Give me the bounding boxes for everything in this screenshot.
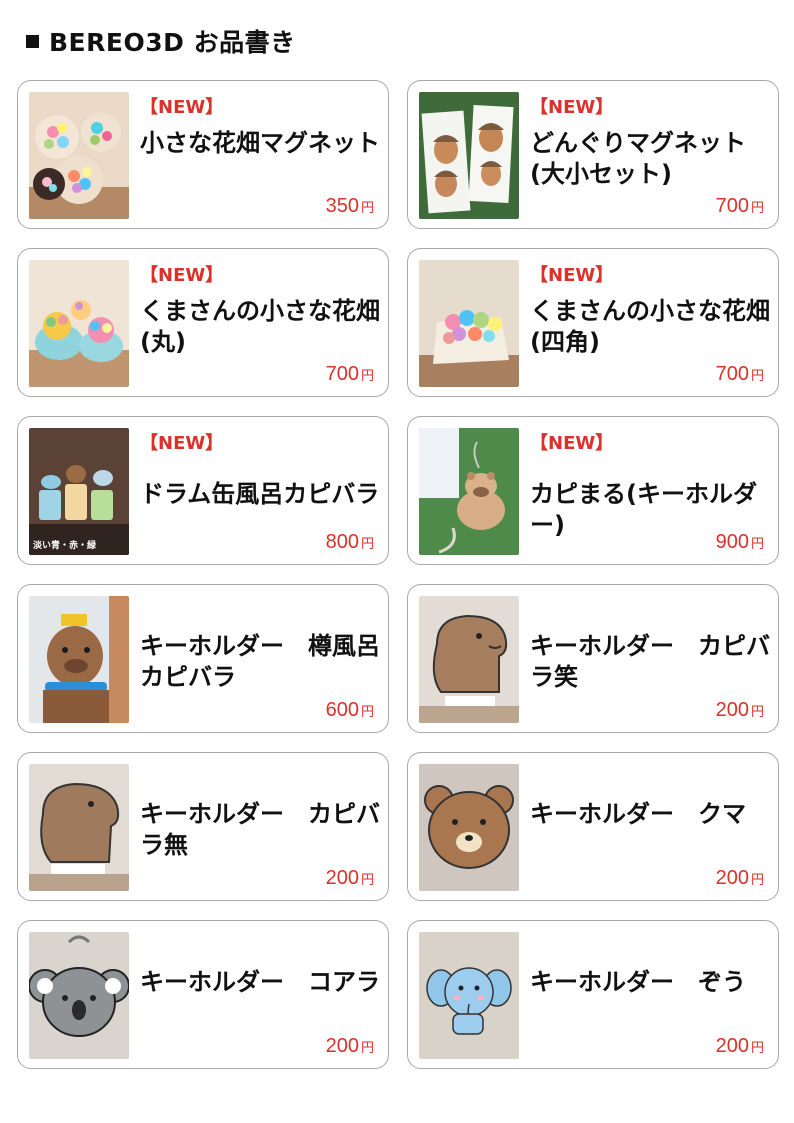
product-name: 小さな花畑マグネット bbox=[140, 129, 380, 157]
product-card[interactable]: 【NEW】 どんぐりマグネット(大小セット) 700 円 bbox=[407, 80, 779, 229]
acorn-magnets-photo-icon bbox=[419, 92, 519, 219]
product-name: キーホルダー カピバラ笑 bbox=[530, 632, 770, 691]
page-title: BEREO3D お品書き bbox=[49, 28, 296, 57]
product-card[interactable]: 淡い青・赤・緑 【NEW】 ドラム缶風呂カピバラ 800 円 bbox=[17, 416, 389, 565]
bear-flower-round-photo-icon bbox=[29, 260, 129, 387]
capybara-plain-photo-icon bbox=[29, 764, 129, 891]
product-name: ドラム缶風呂カピバラ bbox=[140, 480, 380, 508]
product-card[interactable]: キーホルダー カピバラ笑 200 円 bbox=[407, 584, 779, 733]
product-card[interactable]: キーホルダー コアラ 200 円 bbox=[17, 920, 389, 1069]
product-card[interactable]: キーホルダー クマ 200 円 bbox=[407, 752, 779, 901]
product-price: 700 円 bbox=[325, 363, 374, 385]
product-name: キーホルダー コアラ bbox=[140, 968, 380, 996]
new-badge: 【NEW】 bbox=[140, 265, 224, 286]
product-card[interactable]: キーホルダー 樽風呂カピバラ 600 円 bbox=[17, 584, 389, 733]
product-name: キーホルダー カピバラ無 bbox=[140, 800, 380, 859]
new-badge: 【NEW】 bbox=[140, 433, 224, 454]
product-price: 700 円 bbox=[715, 195, 764, 217]
koala-keychain-photo-icon bbox=[29, 932, 129, 1059]
product-card[interactable]: キーホルダー カピバラ無 200 円 bbox=[17, 752, 389, 901]
drum-bath-capybara-photo-icon: 淡い青・赤・緑 bbox=[29, 428, 129, 555]
product-price: 200 円 bbox=[715, 867, 764, 889]
capybara-smile-photo-icon bbox=[419, 596, 519, 723]
product-grid: 【NEW】 小さな花畑マグネット 350 円 【NEW】 どんぐりマグネット(大小… bbox=[17, 80, 779, 1069]
bear-keychain-photo-icon bbox=[419, 764, 519, 891]
new-badge: 【NEW】 bbox=[140, 97, 224, 118]
product-name: どんぐりマグネット(大小セット) bbox=[530, 129, 746, 188]
product-price: 900 円 bbox=[715, 531, 764, 553]
product-price: 800 円 bbox=[325, 531, 374, 553]
product-name: キーホルダー ぞう bbox=[530, 968, 746, 996]
product-name: くまさんの小さな花畑(丸) bbox=[140, 297, 380, 356]
product-price: 200 円 bbox=[325, 1035, 374, 1057]
product-name: キーホルダー クマ bbox=[530, 800, 746, 828]
product-price: 200 円 bbox=[715, 1035, 764, 1057]
product-card[interactable]: 【NEW】 小さな花畑マグネット 350 円 bbox=[17, 80, 389, 229]
new-badge: 【NEW】 bbox=[530, 433, 614, 454]
product-name: キーホルダー 樽風呂カピバラ bbox=[140, 632, 380, 691]
bullet-square-icon bbox=[26, 34, 39, 48]
product-price: 350 円 bbox=[325, 195, 374, 217]
product-card[interactable]: キーホルダー ぞう 200 円 bbox=[407, 920, 779, 1069]
new-badge: 【NEW】 bbox=[530, 97, 614, 118]
product-name: くまさんの小さな花畑(四角) bbox=[530, 297, 770, 356]
product-price: 600 円 bbox=[325, 699, 374, 721]
flower-magnets-photo-icon bbox=[29, 92, 129, 219]
elephant-keychain-photo-icon bbox=[419, 932, 519, 1059]
photo-caption: 淡い青・赤・緑 bbox=[33, 539, 97, 551]
barrel-bath-capybara-photo-icon bbox=[29, 596, 129, 723]
product-card[interactable]: 【NEW】 カピまる(キーホルダー) 900 円 bbox=[407, 416, 779, 565]
product-price: 700 円 bbox=[715, 363, 764, 385]
page-header: BEREO3D お品書き bbox=[26, 26, 296, 57]
new-badge: 【NEW】 bbox=[530, 265, 614, 286]
capimaru-keychain-photo-icon bbox=[419, 428, 519, 555]
product-price: 200 円 bbox=[715, 699, 764, 721]
product-card[interactable]: 【NEW】 くまさんの小さな花畑(丸) 700 円 bbox=[17, 248, 389, 397]
product-card[interactable]: 【NEW】 くまさんの小さな花畑(四角) 700 円 bbox=[407, 248, 779, 397]
bear-flower-square-photo-icon bbox=[419, 260, 519, 387]
product-price: 200 円 bbox=[325, 867, 374, 889]
